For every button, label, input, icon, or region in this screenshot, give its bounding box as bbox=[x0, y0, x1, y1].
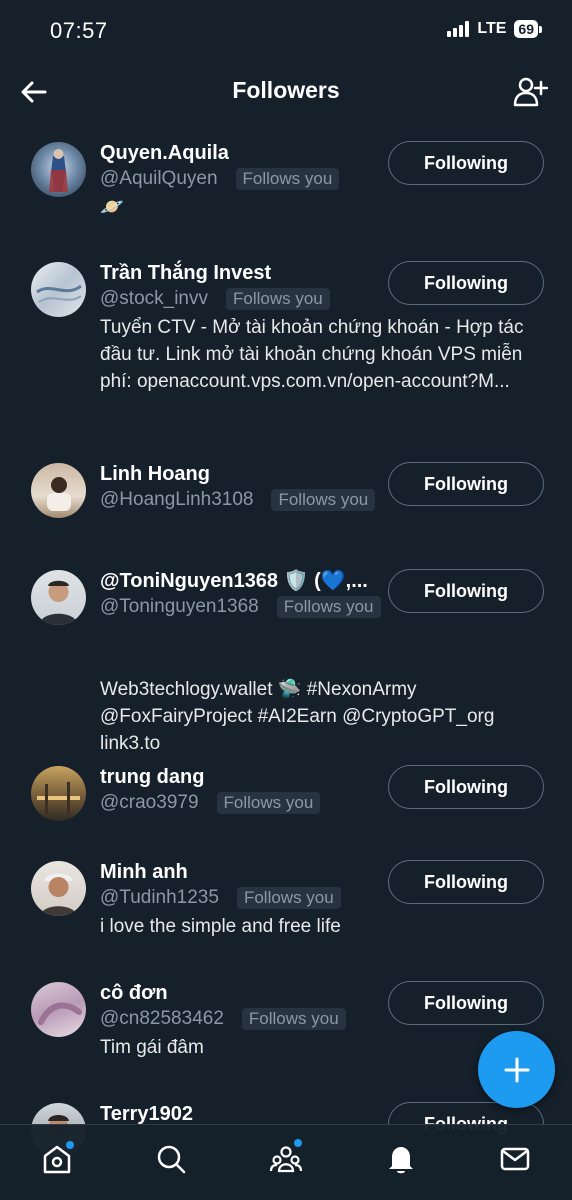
display-name: trung dang bbox=[100, 766, 205, 788]
avatar[interactable] bbox=[31, 982, 86, 1037]
following-button[interactable]: Following bbox=[388, 261, 544, 305]
nav-messages[interactable] bbox=[497, 1141, 533, 1177]
username: @crao3979 bbox=[100, 792, 199, 813]
follower-row[interactable]: Quyen.Aquila @AquilQuyen Follows you 🪐 F… bbox=[0, 122, 572, 242]
follower-info: @ToniNguyen1368 🛡️ (💙,... @Toninguyen136… bbox=[100, 568, 384, 620]
follows-you-badge: Follows you bbox=[276, 596, 381, 618]
signal-icon bbox=[447, 21, 470, 37]
follower-row[interactable]: Trần Thắng Invest @stock_invv Follows yo… bbox=[0, 242, 572, 443]
follower-info: Quyen.Aquila @AquilQuyen Follows you bbox=[100, 140, 402, 192]
follower-info: Minh anh @Tudinh1235 Follows you bbox=[100, 859, 402, 911]
display-name: Trần Thắng Invest bbox=[100, 262, 272, 284]
display-name: cô đơn bbox=[100, 982, 168, 1004]
status-time: 07:57 bbox=[50, 18, 108, 43]
bio-text: i love the simple and free life bbox=[100, 916, 341, 937]
add-user-button[interactable] bbox=[512, 74, 549, 110]
follower-row[interactable]: @ToniNguyen1368 🛡️ (💙,... @Toninguyen136… bbox=[0, 550, 572, 754]
username: @HoangLinh3108 bbox=[100, 489, 254, 510]
handle-line: @HoangLinh3108 Follows you bbox=[100, 487, 402, 513]
following-button[interactable]: Following bbox=[388, 141, 544, 185]
communities-icon bbox=[269, 1146, 303, 1173]
avatar[interactable] bbox=[31, 142, 86, 197]
avatar[interactable] bbox=[31, 766, 86, 821]
follows-you-badge: Follows you bbox=[235, 168, 340, 190]
battery-icon: 69 bbox=[514, 20, 542, 38]
follower-info: Linh Hoang @HoangLinh3108 Follows you bbox=[100, 461, 402, 513]
plus-icon bbox=[504, 1057, 529, 1082]
follows-you-badge: Follows you bbox=[241, 1008, 346, 1030]
network-type: LTE bbox=[477, 20, 507, 37]
nav-search[interactable] bbox=[153, 1141, 189, 1177]
username: @Tudinh1235 bbox=[100, 887, 219, 908]
status-indicators: LTE 69 bbox=[447, 20, 542, 38]
add-user-icon bbox=[513, 77, 549, 107]
handle-line: @cn82583462 Follows you bbox=[100, 1006, 402, 1032]
page-title: Followers bbox=[232, 77, 340, 103]
bio-text: Tuyển CTV - Mở tài khoản chứng khoán - H… bbox=[100, 317, 524, 392]
username: @Toninguyen1368 bbox=[100, 596, 259, 617]
communities-notification-dot bbox=[294, 1139, 302, 1147]
follows-you-badge: Follows you bbox=[271, 489, 376, 511]
following-button[interactable]: Following bbox=[388, 981, 544, 1025]
bio-text: Tim gái đâm bbox=[100, 1037, 204, 1058]
follower-row[interactable]: Linh Hoang @HoangLinh3108 Follows you Fo… bbox=[0, 443, 572, 550]
nav-communities[interactable] bbox=[268, 1139, 304, 1177]
follows-you-badge: Follows you bbox=[226, 288, 330, 310]
messages-icon bbox=[500, 1147, 530, 1171]
compose-fab[interactable] bbox=[478, 1031, 555, 1108]
followers-screen: 07:57 LTE 69 Followers Quyen.Aquila @Aqu… bbox=[0, 0, 572, 1200]
notifications-icon bbox=[389, 1147, 413, 1174]
handle-line: @crao3979 Follows you bbox=[100, 790, 402, 816]
app-header: Followers bbox=[0, 62, 572, 122]
bio-text: Web3techlogy.wallet 🛸 #NexonArmy @FoxFai… bbox=[100, 679, 495, 754]
following-button[interactable]: Following bbox=[388, 765, 544, 809]
username: @stock_invv bbox=[100, 288, 208, 309]
display-name: Quyen.Aquila bbox=[100, 142, 229, 164]
avatar[interactable] bbox=[31, 570, 86, 625]
display-name: Minh anh bbox=[100, 861, 188, 883]
username: @AquilQuyen bbox=[100, 168, 218, 189]
battery-level: 69 bbox=[514, 20, 538, 38]
follower-row[interactable]: Minh anh @Tudinh1235 Follows you i love … bbox=[0, 841, 572, 962]
handle-line: @AquilQuyen Follows you bbox=[100, 166, 402, 192]
avatar[interactable] bbox=[31, 262, 86, 317]
bio-text: 🪐 bbox=[100, 197, 124, 218]
follows-you-badge: Follows you bbox=[236, 887, 341, 909]
display-name: @ToniNguyen1368 🛡️ (💙,... bbox=[100, 570, 368, 592]
nav-notifications[interactable] bbox=[383, 1141, 419, 1177]
search-icon bbox=[157, 1145, 186, 1174]
handle-line: @Tudinh1235 Follows you bbox=[100, 885, 402, 911]
status-bar: 07:57 LTE 69 bbox=[0, 0, 572, 62]
nav-home[interactable] bbox=[39, 1141, 75, 1177]
following-button[interactable]: Following bbox=[388, 569, 544, 613]
handle-line: @Toninguyen1368 Follows you bbox=[100, 594, 384, 620]
follower-row[interactable]: trung dang @crao3979 Follows you Followi… bbox=[0, 746, 572, 841]
avatar[interactable] bbox=[31, 861, 86, 916]
home-notification-dot bbox=[66, 1141, 74, 1149]
following-button[interactable]: Following bbox=[388, 462, 544, 506]
follower-info: cô đơn @cn82583462 Follows you bbox=[100, 980, 402, 1032]
follows-you-badge: Follows you bbox=[216, 792, 321, 814]
following-button[interactable]: Following bbox=[388, 860, 544, 904]
follower-list: Quyen.Aquila @AquilQuyen Follows you 🪐 F… bbox=[0, 122, 572, 1200]
follower-info: Trần Thắng Invest @stock_invv Follows yo… bbox=[100, 260, 402, 312]
display-name: Linh Hoang bbox=[100, 463, 210, 485]
handle-line: @stock_invv Follows you bbox=[100, 286, 402, 312]
bottom-nav bbox=[0, 1124, 572, 1200]
username: @cn82583462 bbox=[100, 1008, 224, 1029]
follower-info: trung dang @crao3979 Follows you bbox=[100, 764, 402, 816]
avatar[interactable] bbox=[31, 463, 86, 518]
